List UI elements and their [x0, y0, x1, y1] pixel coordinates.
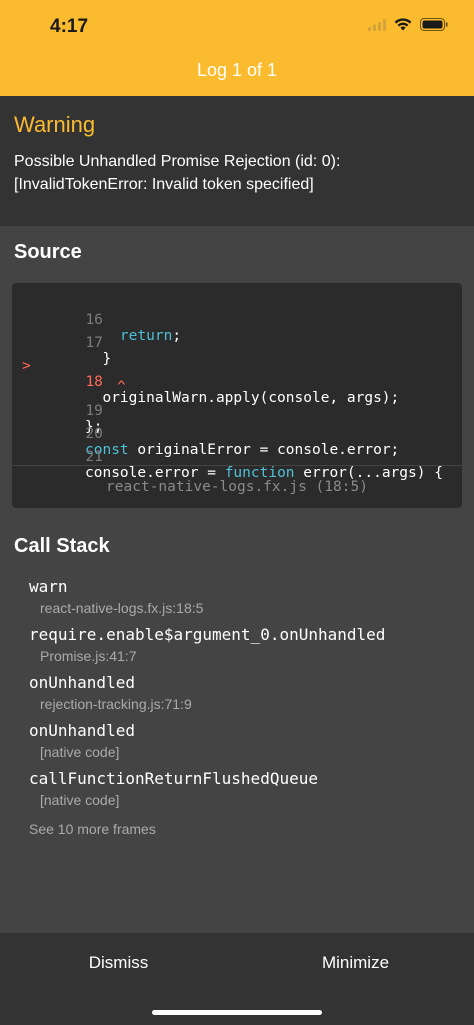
code-text: } — [85, 351, 112, 367]
warning-title: Warning — [14, 112, 96, 137]
warning-message-line-2: [InvalidTokenError: Invalid token specif… — [14, 176, 314, 193]
frame-location: react-native-logs.fx.js:18:5 — [40, 600, 204, 616]
error-caret: ^ — [117, 379, 126, 395]
stack-frame[interactable]: onUnhandled rejection-tracking.js:71:9 — [29, 673, 192, 712]
frame-name: onUnhandled — [29, 673, 135, 692]
dismiss-button[interactable]: Dismiss — [0, 933, 237, 993]
source-title: Source — [14, 241, 82, 263]
stack-frame[interactable]: warn react-native-logs.fx.js:18:5 — [29, 577, 203, 616]
code-line-error: > 18 originalWarn.apply(console, args); — [12, 342, 399, 406]
code-divider — [12, 465, 462, 466]
code-text: originalWarn.apply(console, args); — [85, 390, 400, 406]
code-line: 17 } — [12, 319, 111, 367]
header-title: Log 1 of 1 — [196, 60, 278, 80]
code-line: 20 const originalError = console.error; — [12, 410, 399, 458]
line-number: 20 — [85, 426, 103, 442]
frame-location: rejection-tracking.js:71:9 — [40, 696, 192, 712]
see-more-frames-link[interactable]: See 10 more frames — [29, 821, 156, 837]
header: 4:17 Log 1 of 1 — [0, 0, 474, 96]
minimize-button[interactable]: Minimize — [237, 933, 474, 993]
wifi-icon — [394, 18, 412, 36]
call-stack-title: Call Stack — [14, 535, 110, 557]
battery-icon — [420, 18, 448, 36]
frame-name: callFunctionReturnFlushedQueue — [29, 769, 318, 788]
status-icons — [368, 17, 448, 37]
frame-location: [native code] — [40, 792, 120, 808]
stack-frame[interactable]: callFunctionReturnFlushedQueue [native c… — [29, 769, 318, 808]
signal-icon — [368, 18, 386, 36]
line-number: 18 — [85, 374, 103, 390]
status-bar: 4:17 — [0, 0, 474, 50]
warning-panel: Warning Possible Unhandled Promise Rejec… — [0, 96, 474, 226]
frame-location: Promise.js:41:7 — [40, 648, 137, 664]
source-file-label: react-native-logs.fx.js (18:5) — [106, 479, 368, 495]
code-line: 16 return; — [12, 296, 181, 344]
home-indicator — [152, 1010, 322, 1015]
warning-message[interactable]: Possible Unhandled Promise Rejection (id… — [14, 150, 460, 196]
warning-message-line-1: Possible Unhandled Promise Rejection (id… — [14, 153, 341, 170]
code-line: 19 }; — [12, 387, 103, 435]
stack-frame[interactable]: onUnhandled [native code] — [29, 721, 135, 760]
source-code-frame[interactable]: 16 return; 17 } > 18 originalWarn.apply(… — [12, 283, 462, 508]
frame-name: onUnhandled — [29, 721, 135, 740]
line-number: 17 — [85, 335, 103, 351]
line-number: 19 — [85, 403, 103, 419]
code-text: const originalError = console.error; — [85, 442, 400, 458]
frame-location: [native code] — [40, 744, 120, 760]
status-time: 4:17 — [50, 16, 89, 37]
code-line: 21 console.error = function error(...arg… — [12, 433, 443, 481]
stack-frame[interactable]: require.enable$argument_0.onUnhandled Pr… — [29, 625, 385, 664]
line-number: 16 — [85, 312, 103, 328]
line-number: 21 — [85, 449, 103, 465]
frame-name: warn — [29, 577, 68, 596]
error-caret-line: ^ — [12, 363, 126, 395]
frame-name: require.enable$argument_0.onUnhandled — [29, 625, 386, 644]
